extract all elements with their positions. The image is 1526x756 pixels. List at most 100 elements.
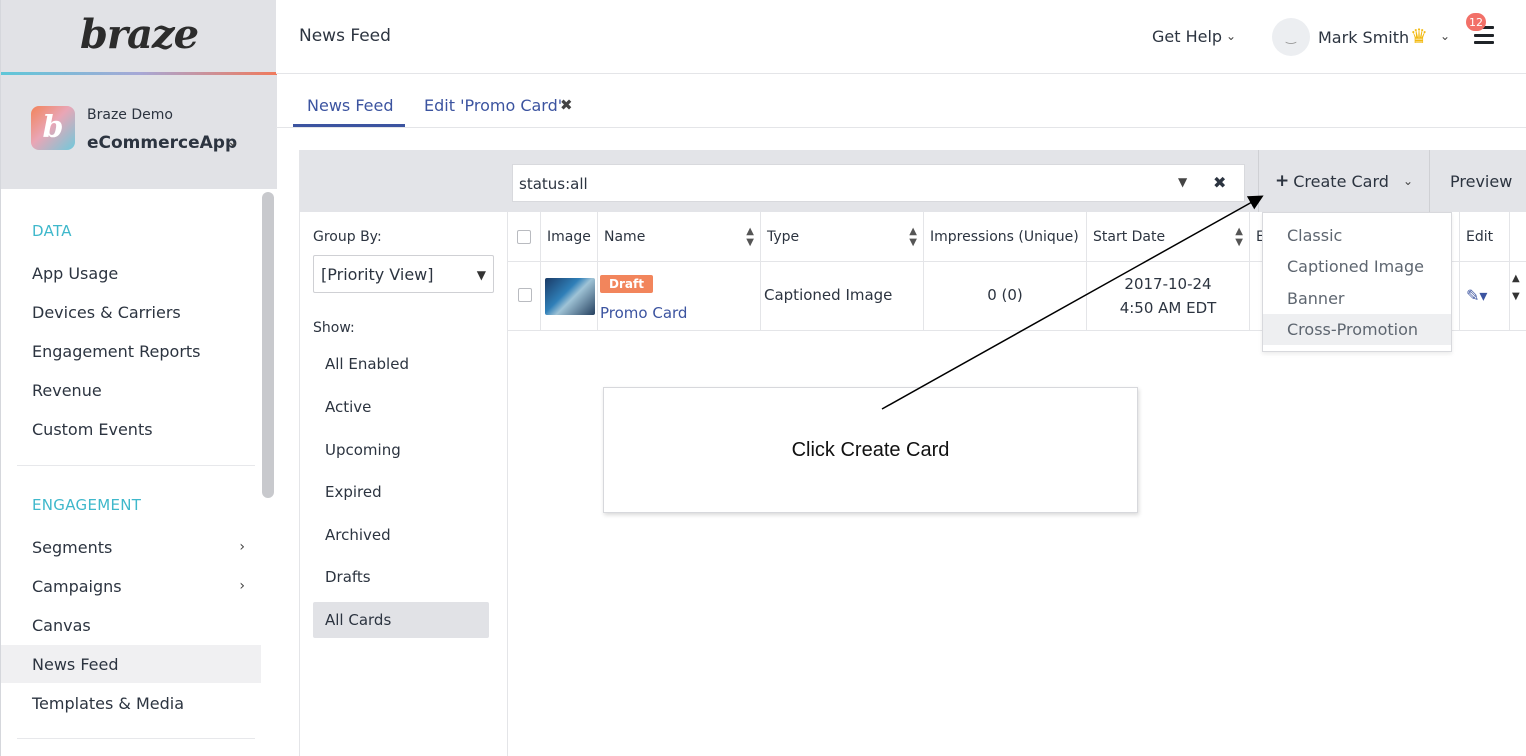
annotation-callout: Click Create Card [603,387,1138,513]
column-label: Start Date [1093,229,1166,245]
sidebar-item-custom-events[interactable]: Custom Events [1,410,261,448]
filter-column: Group By: [Priority View] ▼ Show: All En… [300,212,508,756]
chevron-down-icon: ⌄ [227,134,239,150]
menu-item-captioned-image[interactable]: Captioned Image [1263,251,1451,282]
sort-icon: ▲ ▼ [909,226,917,248]
user-menu[interactable]: Mark Smith [1318,28,1409,47]
start-date-value: 2017-10-24 4:50 AM EDT [1087,272,1249,320]
group-by-value: [Priority View] [321,265,434,284]
row-image-cell [541,262,598,331]
group-by-label: Group By: [313,229,382,245]
menu-item-classic[interactable]: Classic [1263,220,1451,251]
notification-badge[interactable]: 12 [1466,13,1486,31]
select-all-checkbox[interactable] [517,230,531,244]
sidebar-item-news-feed[interactable]: News Feed [1,645,261,683]
column-type[interactable]: Type ▲ ▼ [761,212,924,262]
filter-value: status:all [519,175,588,193]
show-option-all-cards[interactable]: All Cards [313,602,489,638]
braze-logo: braze [79,10,199,58]
row-select-cell [508,262,541,331]
sidebar-item-label: App Usage [32,263,119,283]
sidebar-nav: DATA App Usage Devices & Carriers Engage… [1,190,263,756]
row-name-cell: Draft Promo Card [598,262,761,331]
chevron-right-icon: › [239,539,245,555]
edit-icon[interactable]: ✎▾ [1466,286,1487,305]
group-by-select[interactable]: [Priority View] ▼ [313,255,494,293]
tab-edit-promo-card[interactable]: Edit 'Promo Card' [424,96,562,115]
show-label: Show: [313,320,355,336]
chevron-down-icon: ⌄ [1226,29,1237,43]
top-bar: News Feed Get Help ⌄ ‿ Mark Smith ♛ ⌄ 12 [276,0,1526,74]
sidebar-item-app-usage[interactable]: App Usage [1,254,261,292]
sidebar-item-label: Custom Events [32,419,153,439]
chevron-down-icon: ⌄ [1402,174,1413,188]
chevron-right-icon: › [239,578,245,594]
active-tab-indicator [293,124,405,127]
show-option-expired[interactable]: Expired [313,474,489,510]
clear-icon[interactable]: ✖ [1213,173,1226,192]
sidebar-item-templates-media[interactable]: Templates & Media [1,684,261,722]
row-impressions-cell: 0 (0) [924,262,1087,331]
move-down-icon[interactable]: ▼ [1512,291,1520,302]
app-name: eCommerceApp [87,133,238,153]
filter-input[interactable]: status:all ▼ ✖ [512,164,1245,202]
preview-button[interactable]: Preview [1450,172,1512,191]
show-option-drafts[interactable]: Drafts [313,559,489,595]
column-start-date[interactable]: Start Date ▲ ▼ [1087,212,1250,262]
column-edit: Edit [1460,212,1510,262]
impressions-value: 0 (0) [987,286,1023,304]
tab-news-feed[interactable]: News Feed [307,96,394,115]
move-up-icon[interactable]: ▲ [1512,273,1520,284]
show-option-upcoming[interactable]: Upcoming [313,432,489,468]
create-card-menu: Classic Captioned Image Banner Cross-Pro… [1262,212,1452,352]
card-type: Captioned Image [764,286,893,304]
show-option-all-enabled[interactable]: All Enabled [313,346,489,382]
sidebar-item-campaigns[interactable]: Campaigns › [1,567,261,605]
sidebar: braze b Braze Demo eCommerceApp ⌄ DATA A… [0,0,277,756]
row-edit-cell: ✎▾ [1460,262,1510,331]
crown-icon: ♛ [1410,24,1428,48]
sidebar-item-canvas[interactable]: Canvas [1,606,261,644]
avatar[interactable]: ‿ [1272,18,1310,56]
column-label: Name [604,229,646,245]
panel-toolbar: status:all ▼ ✖ + Create Card ⌄ Preview [300,150,1526,212]
create-card-button[interactable]: + Create Card ⌄ [1258,150,1430,212]
tab-bar: News Feed Edit 'Promo Card' ✖ [276,74,1526,128]
sidebar-scrollbar[interactable] [262,192,274,498]
start-date: 2017-10-24 [1124,275,1212,293]
card-name-link[interactable]: Promo Card [600,304,687,322]
page-title: News Feed [299,26,391,46]
get-help-button[interactable]: Get Help [1152,27,1222,46]
row-checkbox[interactable] [518,288,532,302]
select-all-cell [508,212,541,262]
show-option-archived[interactable]: Archived [313,517,489,553]
menu-item-banner[interactable]: Banner [1263,283,1451,314]
row-type-cell: Captioned Image [761,262,924,331]
sort-icon: ▲ ▼ [746,226,754,248]
sidebar-item-label: Templates & Media [32,693,185,713]
logo-area[interactable]: braze [1,0,277,74]
sidebar-item-label: Canvas [32,615,91,635]
sidebar-divider [17,738,255,739]
column-label: Type [767,229,800,245]
card-thumbnail[interactable] [545,278,595,315]
sidebar-item-label: Revenue [32,380,102,400]
status-badge: Draft [600,275,653,293]
annotation-text: Click Create Card [791,438,950,461]
sidebar-item-devices-carriers[interactable]: Devices & Carriers [1,293,261,331]
row-start-date-cell: 2017-10-24 4:50 AM EDT [1087,262,1250,331]
column-name[interactable]: Name ▲ ▼ [598,212,761,262]
sidebar-item-label: Devices & Carriers [32,302,181,322]
column-impressions: Impressions (Unique) [924,212,1087,262]
show-option-active[interactable]: Active [313,389,489,425]
create-card-label: Create Card [1293,171,1389,191]
chevron-down-icon: ⌄ [1440,29,1451,43]
close-icon[interactable]: ✖ [560,96,573,114]
sidebar-item-revenue[interactable]: Revenue [1,371,261,409]
caret-down-icon[interactable]: ▼ [1178,175,1187,189]
sidebar-item-engagement-reports[interactable]: Engagement Reports [1,332,261,370]
sidebar-item-label: Engagement Reports [32,341,201,361]
sidebar-item-segments[interactable]: Segments › [1,528,261,566]
menu-item-cross-promotion[interactable]: Cross-Promotion [1263,314,1451,345]
app-switcher[interactable]: b Braze Demo eCommerceApp ⌄ [1,75,277,189]
